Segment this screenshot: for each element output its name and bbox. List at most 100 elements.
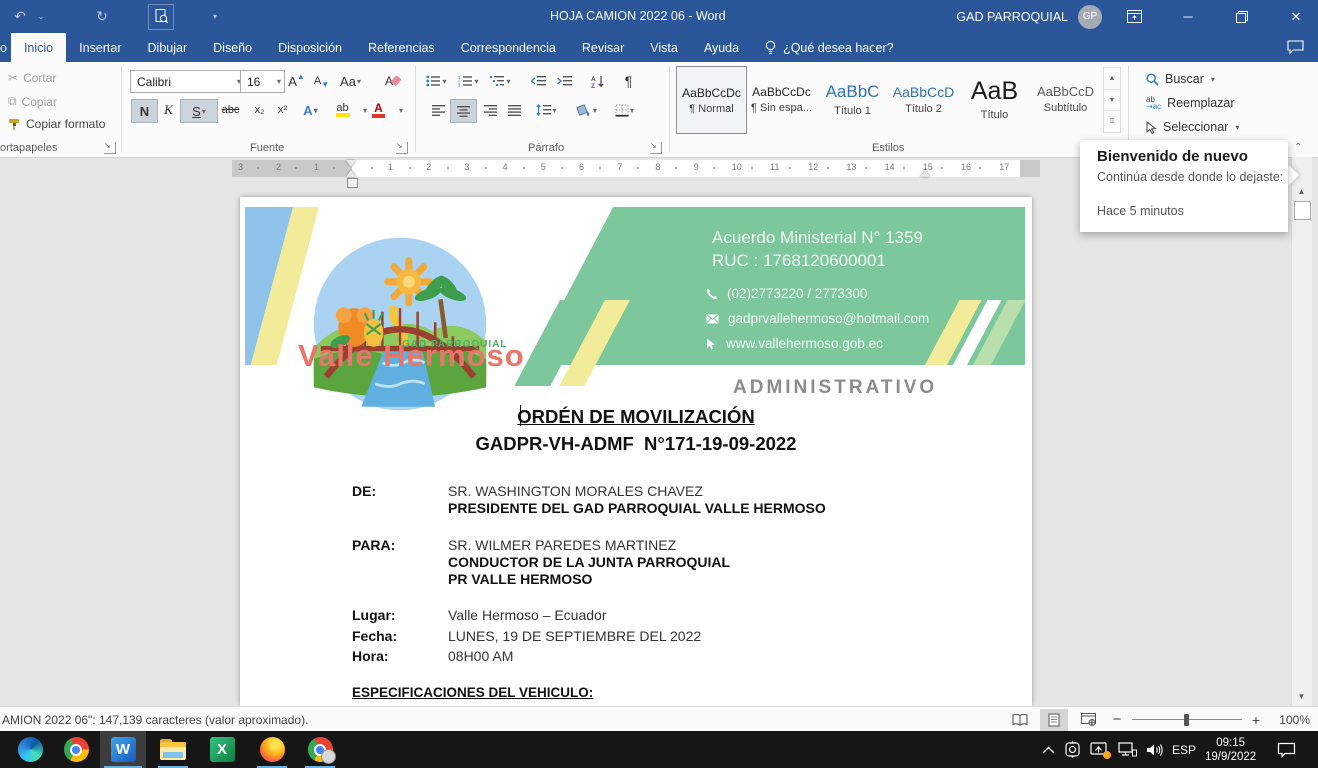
style-titulo-2[interactable]: AaBbCcD Título 2	[889, 66, 958, 132]
show-paragraph-marks-button[interactable]: ¶	[616, 70, 641, 92]
tab-revisar[interactable]: Revisar	[569, 33, 637, 62]
underline-button[interactable]: S▾	[180, 99, 218, 123]
scroll-down-button[interactable]: ▼	[1294, 688, 1309, 704]
align-left-button[interactable]	[426, 99, 451, 121]
scroll-thumb[interactable]	[1294, 201, 1311, 220]
cast-icon[interactable]	[1064, 741, 1081, 758]
text-effects-button[interactable]: A▾	[298, 99, 323, 121]
clear-formatting-button[interactable]: A	[380, 70, 405, 92]
find-button[interactable]: Buscar▾	[1146, 72, 1215, 86]
multilevel-list-button[interactable]: ▾	[488, 70, 513, 92]
print-layout-button[interactable]	[1040, 709, 1068, 731]
welcome-popup[interactable]: Bienvenido de nuevo Continúa desde donde…	[1080, 140, 1288, 232]
zoom-level[interactable]: 100%	[1270, 713, 1310, 727]
format-painter-button[interactable]: Copiar formato	[8, 117, 105, 131]
zoom-slider-thumb[interactable]	[1184, 714, 1189, 726]
tab-ayuda[interactable]: Ayuda	[691, 33, 752, 62]
align-right-button[interactable]	[478, 99, 503, 121]
de-label[interactable]: DE:	[352, 483, 376, 499]
first-line-indent-marker[interactable]	[346, 160, 356, 167]
tab-disposicion[interactable]: Disposición	[265, 33, 355, 62]
comments-icon[interactable]	[1287, 40, 1304, 55]
tab-diseno[interactable]: Diseño	[200, 33, 265, 62]
superscript-button[interactable]: x²	[270, 99, 295, 121]
print-preview-icon[interactable]	[148, 4, 174, 30]
char-count-status[interactable]: AMION 2022 06": 147,139 caracteres (valo…	[0, 713, 308, 727]
taskbar-excel-icon[interactable]: X	[199, 731, 245, 768]
taskbar-edge-icon[interactable]	[7, 731, 53, 768]
shading-button[interactable]: ▾	[574, 99, 599, 121]
styles-scroll-up[interactable]: ▲	[1104, 68, 1120, 89]
read-mode-button[interactable]	[1006, 709, 1034, 731]
clipboard-dialog-launcher[interactable]: ↘	[104, 142, 116, 154]
tab-vista[interactable]: Vista	[637, 33, 691, 62]
line-spacing-button[interactable]: ▾	[534, 99, 559, 121]
cut-button[interactable]: ✂ Cortar	[8, 71, 56, 85]
left-indent-box-marker[interactable]	[347, 178, 358, 188]
document-page[interactable]: Acuerdo Ministerial N° 1359 RUC : 176812…	[240, 197, 1032, 706]
taskbar-word-icon[interactable]: W	[100, 731, 146, 768]
borders-button[interactable]: ▾	[612, 99, 637, 121]
tab-archivo-partial[interactable]: o	[0, 33, 11, 62]
zoom-out-button[interactable]: −	[1108, 711, 1126, 728]
styles-gallery-expand[interactable]: ⍗	[1104, 110, 1120, 132]
replace-button[interactable]: ab⇢ac Reemplazar	[1146, 96, 1235, 110]
customize-qat-icon[interactable]: ▾	[208, 5, 222, 29]
bullet-list-button[interactable]: ▾	[424, 70, 449, 92]
decrease-indent-button[interactable]	[526, 70, 551, 92]
hanging-indent-marker[interactable]	[346, 170, 356, 177]
font-size-combo[interactable]: 16▾	[240, 70, 285, 93]
vertical-scrollbar[interactable]: ▲ ▼	[1291, 157, 1312, 706]
hora-label[interactable]: Hora:	[352, 648, 389, 664]
action-center-icon[interactable]	[1277, 742, 1296, 758]
fecha-label[interactable]: Fecha:	[352, 628, 397, 644]
volume-icon[interactable]	[1146, 743, 1163, 757]
right-indent-marker[interactable]	[920, 170, 930, 177]
tab-inicio[interactable]: Inicio	[11, 33, 66, 62]
tab-referencias[interactable]: Referencias	[355, 33, 448, 62]
tab-insertar[interactable]: Insertar	[66, 33, 134, 62]
subscript-button[interactable]: x₂	[247, 99, 272, 121]
styles-scroll-down[interactable]: ▼	[1104, 89, 1120, 111]
scroll-up-button[interactable]: ▲	[1294, 183, 1309, 199]
lugar-label[interactable]: Lugar:	[352, 607, 396, 623]
zoom-slider[interactable]	[1132, 713, 1242, 727]
taskbar-firefox-icon[interactable]	[249, 731, 295, 768]
select-button[interactable]: Seleccionar▾	[1146, 120, 1239, 134]
copy-button[interactable]: ⧉ Copiar	[8, 94, 57, 109]
taskbar-chrome-profile-icon[interactable]	[297, 731, 343, 768]
network-icon[interactable]	[1118, 742, 1137, 757]
italic-button[interactable]: K	[156, 99, 181, 121]
undo-icon[interactable]: ↶	[8, 5, 32, 29]
collapse-ribbon-button[interactable]: ⌃	[1294, 142, 1302, 153]
font-color-dropdown[interactable]: ▾	[388, 99, 413, 121]
repeat-icon[interactable]: ↻	[90, 5, 114, 29]
ribbon-display-options-icon[interactable]	[1112, 0, 1156, 33]
language-indicator[interactable]: ESP	[1172, 743, 1196, 757]
close-button[interactable]: ✕	[1274, 0, 1318, 33]
doc-subtitle[interactable]: GADPR-VH-ADMF N°171-19-09-2022	[240, 433, 1032, 455]
zoom-in-button[interactable]: +	[1248, 712, 1264, 728]
account-name[interactable]: GAD PARROQUIAL	[956, 10, 1068, 24]
shrink-font-button[interactable]: A▼	[309, 70, 334, 92]
strikethrough-button[interactable]: abc	[218, 99, 243, 121]
para-label[interactable]: PARA:	[352, 537, 395, 553]
undo-dropdown-icon[interactable]: ⌄	[36, 5, 46, 29]
lugar-value[interactable]: Valle Hermoso – Ecuador	[448, 607, 606, 623]
para-role-1[interactable]: CONDUCTOR DE LA JUNTA PARROQUIAL	[448, 554, 730, 570]
avatar[interactable]: GP	[1078, 5, 1102, 29]
style-titulo-1[interactable]: AaBbC Título 1	[818, 66, 887, 132]
minimize-button[interactable]: ─	[1166, 0, 1210, 33]
increase-indent-button[interactable]	[552, 70, 577, 92]
taskbar-explorer-icon[interactable]	[150, 731, 196, 768]
align-center-button[interactable]	[450, 99, 477, 123]
justify-button[interactable]	[502, 99, 527, 121]
style-titulo[interactable]: AaB Título	[960, 66, 1029, 132]
sort-button[interactable]: AZ	[586, 70, 611, 92]
numbered-list-button[interactable]: 123▾	[456, 70, 481, 92]
style-normal[interactable]: AaBbCcDc ¶ Normal	[676, 66, 747, 134]
para-name[interactable]: SR. WILMER PAREDES MARTINEZ	[448, 537, 676, 553]
change-case-button[interactable]: Aa▾	[338, 70, 363, 92]
screen-share-icon[interactable]	[1090, 742, 1109, 758]
style-sin-espaciado[interactable]: AaBbCcDc ¶ Sin espa...	[747, 66, 816, 132]
